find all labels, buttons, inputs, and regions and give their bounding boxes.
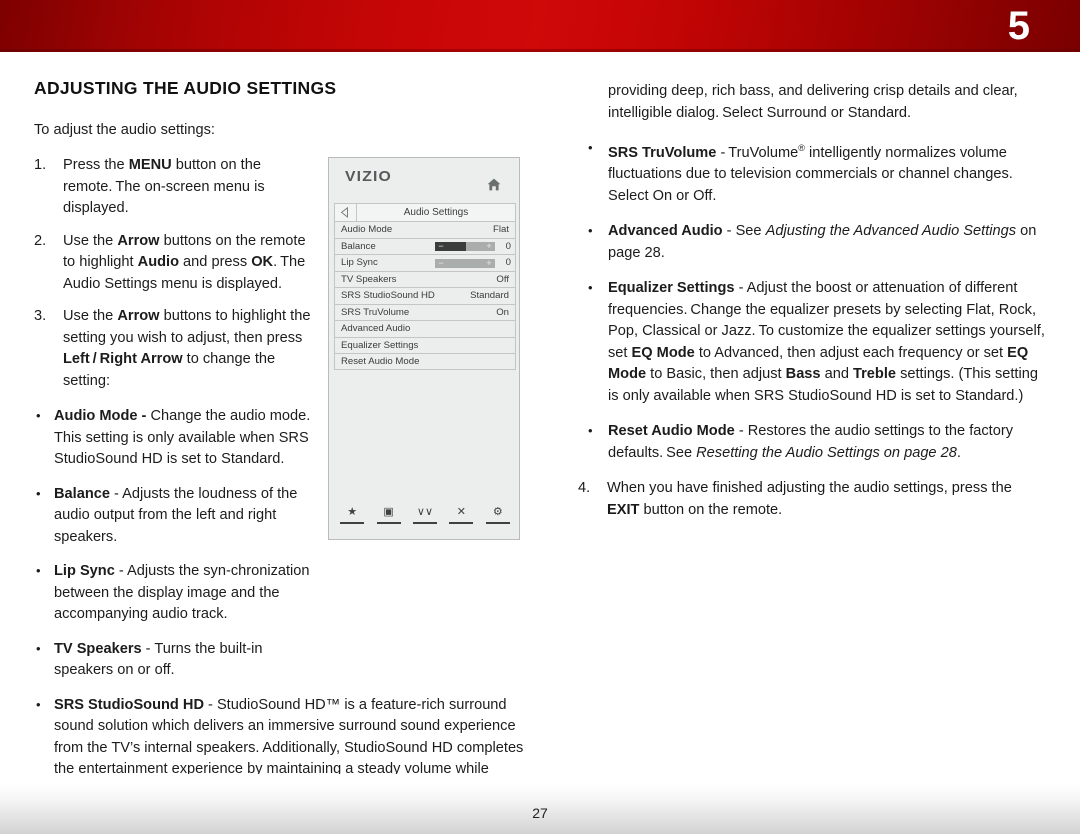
osd-row-label: SRS TruVolume (341, 306, 410, 318)
osd-slider[interactable]: − + (435, 258, 495, 268)
osd-menu-row[interactable]: Lip Sync − +0 (334, 254, 516, 271)
step-text: Use the Arrow buttons to highlight the s… (63, 308, 311, 389)
osd-menu-row[interactable]: SRS StudioSound HD Standard (334, 287, 516, 304)
minus-icon[interactable]: − (436, 242, 446, 251)
icon-underline (340, 522, 365, 524)
plus-icon[interactable]: + (484, 242, 494, 251)
vizio-logo: VIZIO (345, 168, 392, 185)
setting-bullet-item: Audio Mode - Change the audio mode. This… (34, 405, 316, 471)
osd-toolbar: ★ ▣ ∨∨ ✕ ⚙ (334, 504, 516, 526)
osd-menu-row[interactable]: TV Speakers Off (334, 270, 516, 287)
star-icon-glyph: ★ (347, 506, 358, 518)
osd-row-value: Flat (493, 224, 509, 235)
page-title: ADJUSTING THE AUDIO SETTINGS (34, 78, 337, 98)
osd-menu-row[interactable]: Audio Mode Flat (334, 221, 516, 238)
double-chevron-down-icon-glyph: ∨∨ (416, 506, 434, 518)
numbered-step: 1. Press the MENU button on the remote. T… (34, 155, 317, 220)
osd-row-label: Lip Sync (341, 257, 378, 268)
numbered-step: 2. Use the Arrow buttons on the remote to… (34, 231, 317, 296)
osd-row-label: Advanced Audio (341, 323, 411, 334)
osd-row-value: On (496, 306, 509, 318)
numbered-steps-list: 1. Press the MENU button on the remote. T… (34, 155, 317, 392)
intro-text: To adjust the audio settings: (34, 122, 215, 138)
osd-row-value: 0 (505, 240, 511, 252)
osd-row-label: Reset Audio Mode (341, 356, 420, 367)
osd-row-label: Equalizer Settings (341, 339, 419, 351)
numbered-step: 4. When you have finished adjusting the a… (578, 478, 1046, 521)
osd-menu-row[interactable]: SRS TruVolume On (334, 303, 516, 320)
osd-breadcrumb-label: Audio Settings (403, 207, 469, 218)
setting-bullet-item: Advanced Audio - See Adjusting the Advan… (578, 220, 1046, 264)
osd-row-label: SRS StudioSound HD (341, 290, 435, 301)
step-number: 2. (34, 232, 47, 249)
osd-menu-row[interactable]: Equalizer Settings (334, 336, 516, 353)
step-text: Use the Arrow buttons on the remote to h… (63, 232, 306, 292)
right-column: providing deep, rich bass, and deliverin… (578, 81, 1046, 521)
numbered-steps-list-continued: 4. When you have finished adjusting the a… (578, 478, 1046, 521)
osd-breadcrumb-row[interactable]: Audio Settings (334, 203, 516, 221)
close-x-icon[interactable]: ✕ (448, 504, 474, 526)
setting-bullet-item: SRS TruVolume - TruVolume® intelligently… (578, 137, 1046, 207)
back-arrow-icon[interactable] (335, 204, 357, 221)
osd-row-label: Balance (341, 240, 376, 252)
setting-bullet-item: Balance - Adjusts the loudness of the au… (34, 483, 316, 549)
step-number: 4. (578, 480, 591, 497)
setting-bullet-item: TV Speakers - Turns the built-in speaker… (34, 638, 316, 682)
osd-menu-rows: Audio Settings Audio Mode Flat Balance − +0 L… (334, 203, 516, 370)
chapter-number: 5 (1007, 4, 1030, 48)
gear-icon-glyph: ⚙ (492, 506, 503, 518)
step-text: Press the MENU button on the remote. The… (63, 157, 265, 216)
icon-underline (449, 522, 474, 524)
osd-row-label: TV Speakers (341, 273, 397, 285)
osd-header: VIZIO (329, 158, 519, 203)
setting-bullet-item: Lip Sync - Adjusts the syn-chronization … (34, 560, 316, 626)
audio-options-bullet-list: SRS TruVolume - TruVolume® intelligently… (578, 137, 1046, 464)
numbered-step: 3. Use the Arrow buttons to highlight the… (34, 306, 317, 392)
star-icon[interactable]: ★ (339, 504, 365, 526)
chapter-header-band: 5 (0, 0, 1080, 52)
step-number: 3. (34, 308, 47, 324)
plus-icon[interactable]: + (484, 258, 494, 268)
tv-osd-menu-screenshot: VIZIO Audio Settings Audio Mode Flat Balan… (328, 157, 520, 540)
osd-menu-row[interactable]: Reset Audio Mode (334, 353, 516, 370)
close-x-icon-glyph: ✕ (456, 506, 466, 518)
minus-icon[interactable]: − (436, 258, 446, 268)
icon-underline (412, 522, 437, 524)
osd-row-value: Standard (470, 290, 509, 301)
osd-row-label: Audio Mode (341, 224, 393, 235)
continuation-paragraph: providing deep, rich bass, and deliverin… (608, 83, 1018, 121)
home-icon[interactable] (487, 178, 501, 191)
osd-menu-row[interactable]: Balance − +0 (334, 237, 516, 254)
wide-screen-icon-glyph: ▣ (383, 506, 394, 518)
osd-row-value: Off (496, 273, 509, 285)
osd-slider[interactable]: − + (435, 242, 495, 251)
setting-bullet-item: Reset Audio Mode - Restores the audio se… (578, 420, 1046, 464)
page-content: ADJUSTING THE AUDIO SETTINGS To adjust t… (0, 52, 1080, 834)
icon-underline (485, 522, 510, 524)
osd-row-value: 0 (505, 257, 511, 268)
setting-bullet-item: Equalizer Settings - Adjust the boost or… (578, 277, 1046, 407)
page-number: 27 (532, 805, 548, 821)
icon-underline (376, 522, 401, 524)
step-number: 1. (34, 157, 47, 173)
gear-icon[interactable]: ⚙ (485, 504, 511, 526)
page-footer: 27 (0, 774, 1080, 834)
wide-screen-icon[interactable]: ▣ (376, 504, 402, 526)
double-chevron-down-icon[interactable]: ∨∨ (412, 504, 438, 526)
step-text: When you have finished adjusting the aud… (607, 480, 1012, 518)
osd-menu-row[interactable]: Advanced Audio (334, 320, 516, 337)
